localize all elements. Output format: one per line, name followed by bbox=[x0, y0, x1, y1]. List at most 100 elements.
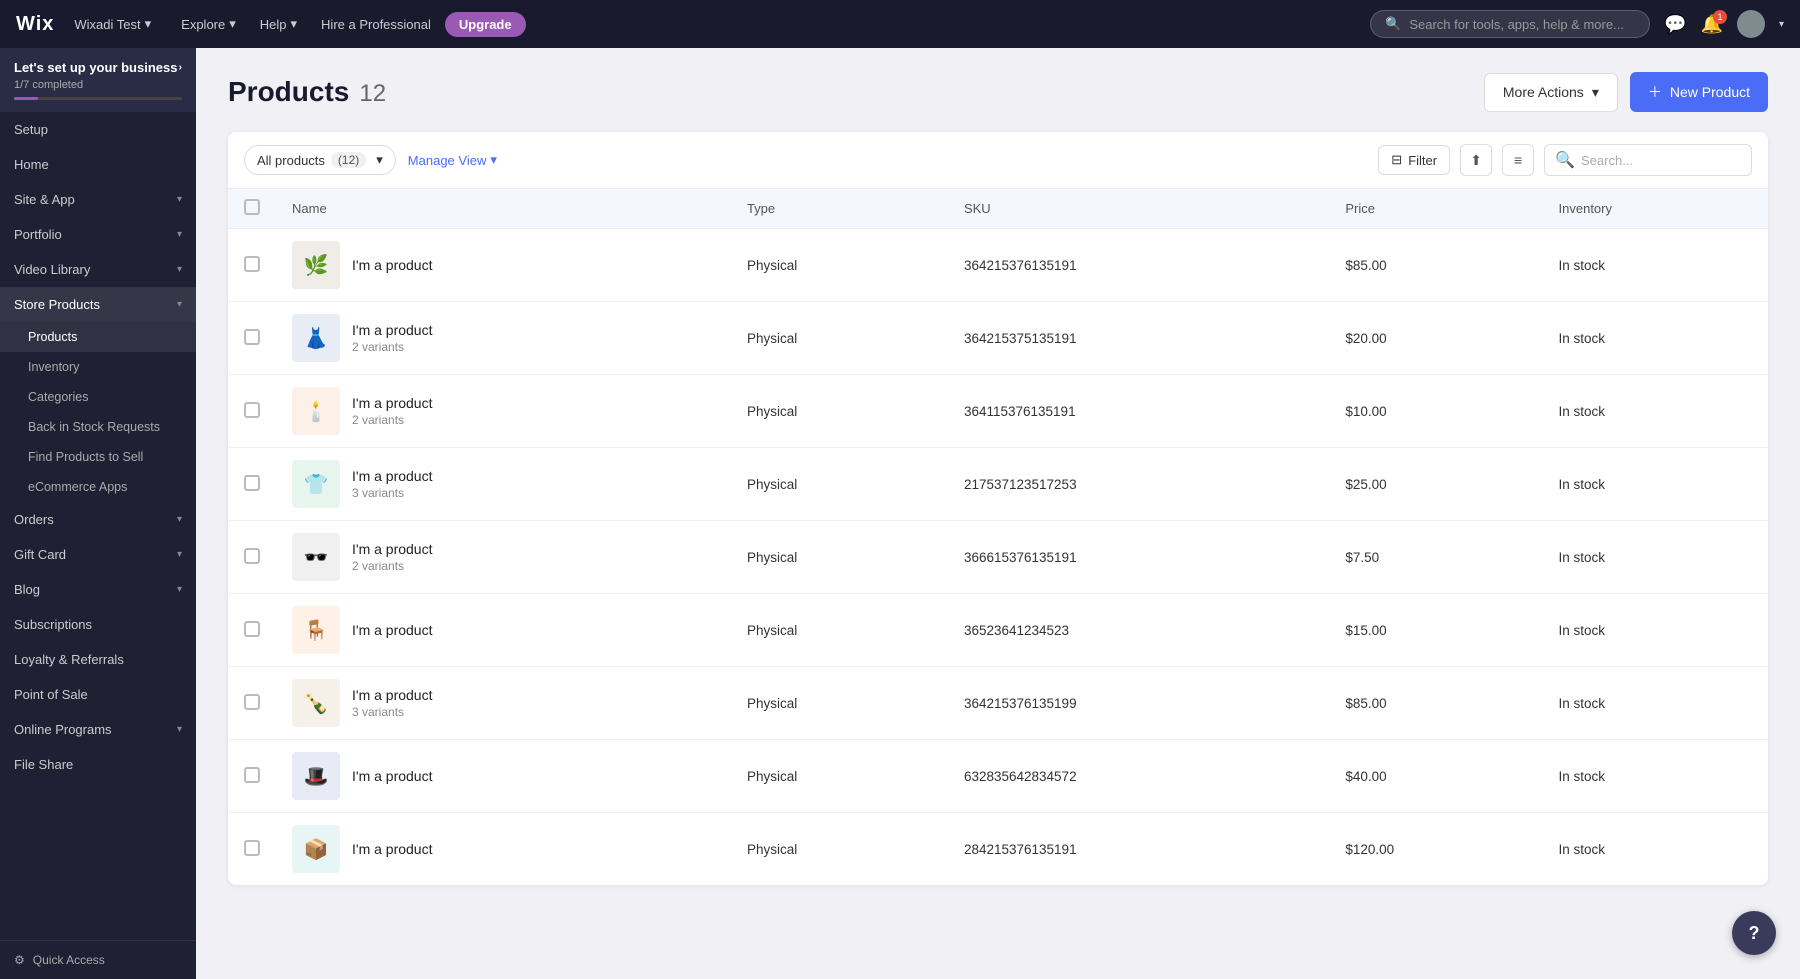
sidebar-item-point-of-sale[interactable]: Point of Sale bbox=[0, 677, 196, 712]
site-selector[interactable]: Wixadi Test ▾ bbox=[74, 16, 151, 32]
site-name: Wixadi Test bbox=[74, 17, 140, 32]
row-checkbox-cell[interactable] bbox=[228, 375, 276, 448]
table-search-input[interactable] bbox=[1581, 153, 1741, 168]
sidebar-item-blog[interactable]: Blog ▾ bbox=[0, 572, 196, 607]
export-icon: ⬆ bbox=[1470, 152, 1482, 169]
type-column-header: Type bbox=[731, 189, 948, 229]
row-checkbox[interactable] bbox=[244, 840, 260, 856]
global-search-input[interactable] bbox=[1409, 17, 1635, 32]
all-products-dropdown[interactable]: All products (12) ▾ bbox=[244, 145, 396, 175]
product-name: I'm a product bbox=[352, 395, 433, 411]
explore-nav-item[interactable]: Explore ▾ bbox=[171, 10, 246, 38]
row-name-cell: 🕶️ I'm a product 2 variants bbox=[276, 521, 731, 594]
filter-button[interactable]: ⊟ Filter bbox=[1378, 145, 1450, 175]
product-thumbnail: 🪑 bbox=[292, 606, 340, 654]
row-name-cell: 👕 I'm a product 3 variants bbox=[276, 448, 731, 521]
sidebar-item-file-share[interactable]: File Share bbox=[0, 747, 196, 782]
row-type-cell: Physical bbox=[731, 813, 948, 886]
table-row[interactable]: 🍾 I'm a product 3 variants Physical 3642… bbox=[228, 667, 1768, 740]
sidebar-sub-item-back-in-stock[interactable]: Back in Stock Requests bbox=[0, 412, 196, 442]
export-button[interactable]: ⬆ bbox=[1460, 144, 1492, 176]
table-row[interactable]: 👕 I'm a product 3 variants Physical 2175… bbox=[228, 448, 1768, 521]
row-inventory-cell: In stock bbox=[1543, 375, 1768, 448]
messages-icon[interactable]: 💬 bbox=[1664, 14, 1686, 35]
sidebar-item-online-programs[interactable]: Online Programs ▾ bbox=[0, 712, 196, 747]
sidebar: Let's set up your business › 1/7 complet… bbox=[0, 48, 196, 979]
sidebar-item-home[interactable]: Home bbox=[0, 147, 196, 182]
row-type-cell: Physical bbox=[731, 229, 948, 302]
row-checkbox-cell[interactable] bbox=[228, 521, 276, 594]
site-app-chevron-icon: ▾ bbox=[177, 194, 182, 205]
row-name-cell: 📦 I'm a product bbox=[276, 813, 731, 886]
sidebar-sub-item-products[interactable]: Products bbox=[0, 322, 196, 352]
row-inventory-cell: In stock bbox=[1543, 594, 1768, 667]
table-row[interactable]: 📦 I'm a product Physical 284215376135191… bbox=[228, 813, 1768, 886]
row-checkbox[interactable] bbox=[244, 329, 260, 345]
help-button[interactable]: ? bbox=[1732, 911, 1776, 955]
sidebar-item-site-app[interactable]: Site & App ▾ bbox=[0, 182, 196, 217]
row-checkbox-cell[interactable] bbox=[228, 813, 276, 886]
global-search[interactable]: 🔍 bbox=[1370, 10, 1650, 38]
sidebar-item-portfolio[interactable]: Portfolio ▾ bbox=[0, 217, 196, 252]
sidebar-item-loyalty-referrals[interactable]: Loyalty & Referrals bbox=[0, 642, 196, 677]
hire-professional-nav-item[interactable]: Hire a Professional bbox=[311, 11, 441, 38]
row-type-cell: Physical bbox=[731, 375, 948, 448]
orders-chevron-icon: ▾ bbox=[177, 514, 182, 525]
user-avatar[interactable] bbox=[1737, 10, 1765, 38]
sidebar-item-orders[interactable]: Orders ▾ bbox=[0, 502, 196, 537]
product-name: I'm a product bbox=[352, 257, 433, 273]
sidebar-sub-item-inventory[interactable]: Inventory bbox=[0, 352, 196, 382]
select-all-header[interactable] bbox=[228, 189, 276, 229]
sidebar-item-video-library[interactable]: Video Library ▾ bbox=[0, 252, 196, 287]
manage-view-button[interactable]: Manage View ▾ bbox=[408, 152, 497, 168]
row-checkbox-cell[interactable] bbox=[228, 594, 276, 667]
upgrade-button[interactable]: Upgrade bbox=[445, 12, 526, 37]
product-variants: 3 variants bbox=[352, 705, 433, 719]
table-row[interactable]: 🌿 I'm a product Physical 364215376135191… bbox=[228, 229, 1768, 302]
help-nav-item[interactable]: Help ▾ bbox=[250, 10, 307, 38]
row-sku-cell: 364115376135191 bbox=[948, 375, 1329, 448]
filter-chevron-icon: ▾ bbox=[376, 152, 383, 168]
topbar: Wix Wixadi Test ▾ Explore ▾ Help ▾ Hire … bbox=[0, 0, 1800, 48]
row-checkbox-cell[interactable] bbox=[228, 302, 276, 375]
notifications-icon[interactable]: 🔔 1 bbox=[1701, 14, 1723, 35]
row-inventory-cell: In stock bbox=[1543, 667, 1768, 740]
row-checkbox-cell[interactable] bbox=[228, 667, 276, 740]
sidebar-item-gift-card[interactable]: Gift Card ▾ bbox=[0, 537, 196, 572]
sidebar-sub-item-categories[interactable]: Categories bbox=[0, 382, 196, 412]
row-price-cell: $20.00 bbox=[1329, 302, 1542, 375]
row-checkbox[interactable] bbox=[244, 694, 260, 710]
top-nav: Explore ▾ Help ▾ Hire a Professional Upg… bbox=[171, 10, 1350, 38]
row-checkbox[interactable] bbox=[244, 767, 260, 783]
row-checkbox-cell[interactable] bbox=[228, 740, 276, 813]
table-row[interactable]: 🕯️ I'm a product 2 variants Physical 364… bbox=[228, 375, 1768, 448]
row-checkbox-cell[interactable] bbox=[228, 229, 276, 302]
setup-chevron-icon: › bbox=[179, 62, 182, 73]
sidebar-sub-item-ecommerce-apps[interactable]: eCommerce Apps bbox=[0, 472, 196, 502]
sidebar-sub-item-find-products[interactable]: Find Products to Sell bbox=[0, 442, 196, 472]
columns-button[interactable]: ≡ bbox=[1502, 144, 1534, 176]
sidebar-item-subscriptions[interactable]: Subscriptions bbox=[0, 607, 196, 642]
row-checkbox[interactable] bbox=[244, 256, 260, 272]
table-row[interactable]: 🎩 I'm a product Physical 632835642834572… bbox=[228, 740, 1768, 813]
more-actions-button[interactable]: More Actions ▾ bbox=[1484, 73, 1618, 112]
row-checkbox[interactable] bbox=[244, 548, 260, 564]
table-row[interactable]: 🕶️ I'm a product 2 variants Physical 366… bbox=[228, 521, 1768, 594]
row-sku-cell: 364215375135191 bbox=[948, 302, 1329, 375]
row-checkbox[interactable] bbox=[244, 402, 260, 418]
table-row[interactable]: 👗 I'm a product 2 variants Physical 3642… bbox=[228, 302, 1768, 375]
quick-access-btn[interactable]: ⚙ Quick Access bbox=[0, 940, 196, 979]
row-checkbox-cell[interactable] bbox=[228, 448, 276, 521]
new-product-button[interactable]: ＋ New Product bbox=[1630, 72, 1768, 112]
sidebar-item-store-products[interactable]: Store Products ▾ bbox=[0, 287, 196, 322]
row-type-cell: Physical bbox=[731, 302, 948, 375]
page-count: 12 bbox=[359, 80, 386, 108]
row-checkbox[interactable] bbox=[244, 621, 260, 637]
row-checkbox[interactable] bbox=[244, 475, 260, 491]
table-search[interactable]: 🔍 bbox=[1544, 144, 1752, 176]
select-all-checkbox[interactable] bbox=[244, 199, 260, 215]
table-row[interactable]: 🪑 I'm a product Physical 36523641234523 … bbox=[228, 594, 1768, 667]
row-sku-cell: 632835642834572 bbox=[948, 740, 1329, 813]
row-name-cell: 👗 I'm a product 2 variants bbox=[276, 302, 731, 375]
sidebar-item-setup[interactable]: Setup bbox=[0, 112, 196, 147]
